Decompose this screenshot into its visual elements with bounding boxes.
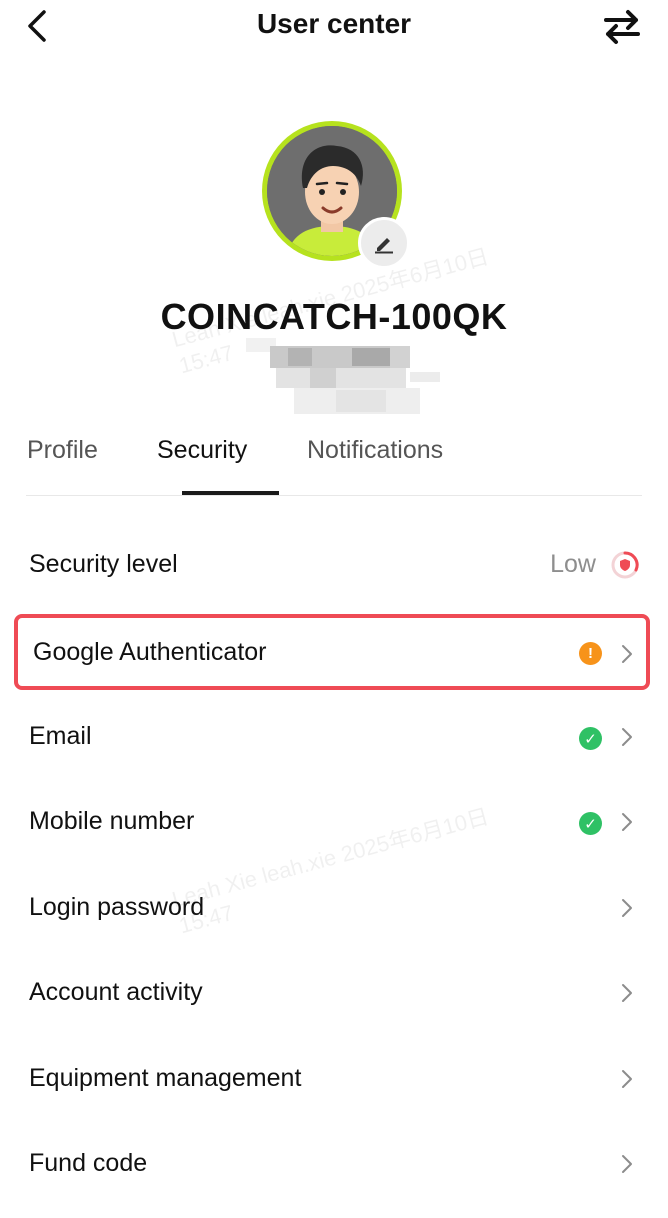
security-gauge-icon <box>611 551 639 579</box>
chevron-right-icon <box>622 645 632 663</box>
check-circle-icon: ✓ <box>579 727 602 750</box>
row-label: Account activity <box>29 978 203 1006</box>
row-label: Mobile number <box>29 807 195 835</box>
chevron-right-icon <box>622 1155 632 1173</box>
google-authenticator-row[interactable]: Google Authenticator ! <box>14 614 650 690</box>
chevron-right-icon <box>622 813 632 831</box>
active-tab-indicator <box>182 491 279 495</box>
pencil-icon <box>375 238 393 254</box>
row-label: Google Authenticator <box>33 638 267 666</box>
login-password-row[interactable]: Login password <box>14 873 650 945</box>
row-label: Fund code <box>29 1149 148 1177</box>
chevron-right-icon <box>622 984 632 1002</box>
username: COINCATCH-100QK <box>160 296 508 337</box>
check-circle-icon: ✓ <box>579 812 602 835</box>
row-label: Login password <box>29 893 205 921</box>
tab-profile[interactable]: Profile <box>27 436 98 465</box>
switch-account-button[interactable] <box>600 6 644 46</box>
redacted-uid <box>240 338 445 420</box>
chevron-right-icon <box>622 899 632 917</box>
equipment-management-row[interactable]: Equipment management <box>14 1044 650 1116</box>
page-title: User center <box>256 8 412 39</box>
fund-code-row[interactable]: Fund code <box>14 1129 650 1201</box>
account-activity-row[interactable]: Account activity <box>14 958 650 1030</box>
chevron-right-icon <box>622 1070 632 1088</box>
app-header: User center <box>0 0 668 52</box>
row-label: Email <box>29 722 92 750</box>
security-level-label: Security level <box>29 550 178 578</box>
edit-avatar-button[interactable] <box>358 217 410 269</box>
chevron-right-icon <box>622 728 632 746</box>
tab-security[interactable]: Security <box>157 436 247 465</box>
tab-notifications[interactable]: Notifications <box>307 436 443 465</box>
tab-bar: Profile Security Notifications <box>26 430 642 496</box>
row-label: Equipment management <box>29 1064 302 1092</box>
security-level-value: Low <box>550 550 596 578</box>
swap-arrows-icon <box>604 10 640 44</box>
security-level-row: Security level Low <box>14 530 650 602</box>
mobile-number-row[interactable]: Mobile number ✓ <box>14 787 650 859</box>
email-row[interactable]: Email ✓ <box>14 702 650 774</box>
user-center-page: Leah Xie leah.xie 2025年6月10日 15:47 Leah … <box>0 0 668 1218</box>
avatar-container <box>262 121 410 269</box>
warning-icon: ! <box>579 642 602 665</box>
